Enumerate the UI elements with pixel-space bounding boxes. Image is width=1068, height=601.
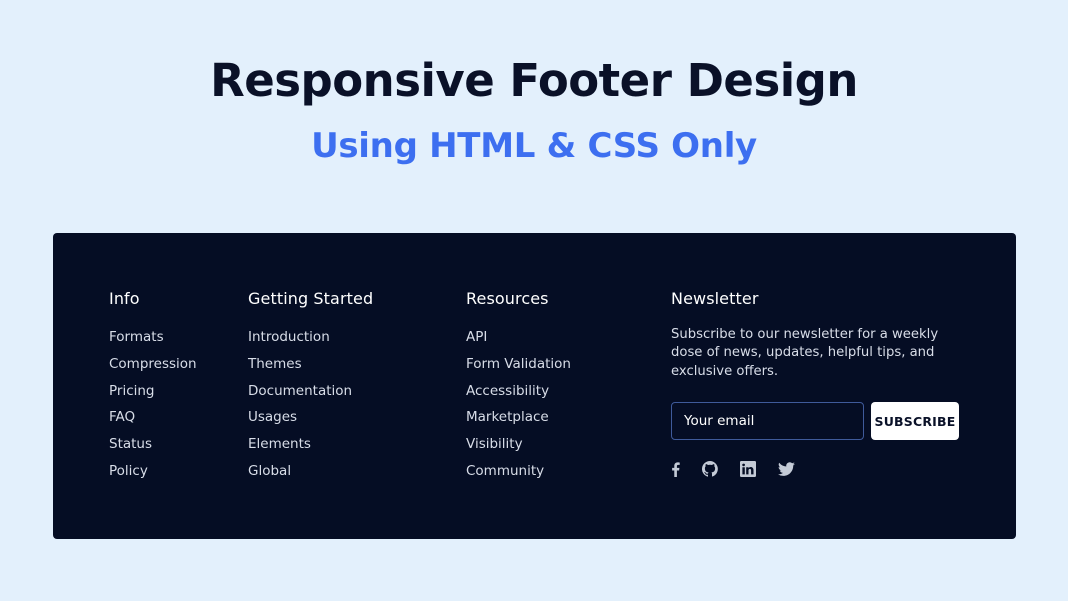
- github-link[interactable]: [702, 461, 718, 477]
- footer-link-global[interactable]: Global: [248, 463, 291, 479]
- link-list: API Form Validation Accessibility Market…: [466, 326, 571, 487]
- footer-link-compression[interactable]: Compression: [109, 356, 197, 372]
- link-list: Formats Compression Pricing FAQ Status P…: [109, 326, 197, 487]
- footer-link-api[interactable]: API: [466, 329, 487, 345]
- footer-link-community[interactable]: Community: [466, 463, 544, 479]
- footer-link-documentation[interactable]: Documentation: [248, 383, 352, 399]
- newsletter-heading: Newsletter: [671, 289, 759, 308]
- github-icon: [702, 461, 718, 477]
- footer-link-accessibility[interactable]: Accessibility: [466, 383, 549, 399]
- subscribe-button[interactable]: SUBSCRIBE: [871, 402, 959, 440]
- column-heading: Getting Started: [248, 289, 374, 308]
- linkedin-icon: [740, 461, 756, 477]
- footer-link-faq[interactable]: FAQ: [109, 409, 135, 425]
- newsletter-description: Subscribe to our newsletter for a weekly…: [671, 327, 939, 379]
- social-links: [671, 461, 813, 477]
- footer: Info Formats Compression Pricing FAQ Sta…: [53, 233, 1016, 539]
- footer-column-getting-started: Getting Started Introduction Themes Docu…: [248, 289, 373, 487]
- email-input[interactable]: [671, 402, 864, 440]
- subscribe-form: SUBSCRIBE: [671, 402, 959, 440]
- footer-link-policy[interactable]: Policy: [109, 463, 148, 479]
- page-title: Responsive Footer Design: [210, 54, 858, 107]
- footer-link-visibility[interactable]: Visibility: [466, 436, 523, 452]
- footer-link-formats[interactable]: Formats: [109, 329, 164, 345]
- footer-link-themes[interactable]: Themes: [248, 356, 302, 372]
- footer-link-form-validation[interactable]: Form Validation: [466, 356, 571, 372]
- column-heading: Info: [109, 289, 140, 308]
- page-subtitle: Using HTML & CSS Only: [311, 126, 757, 166]
- footer-link-pricing[interactable]: Pricing: [109, 383, 155, 399]
- footer-column-resources: Resources API Form Validation Accessibil…: [466, 289, 571, 487]
- facebook-icon: [672, 461, 680, 477]
- footer-link-introduction[interactable]: Introduction: [248, 329, 330, 345]
- column-heading: Resources: [466, 289, 549, 308]
- linkedin-link[interactable]: [740, 461, 756, 477]
- twitter-link[interactable]: [778, 462, 795, 476]
- newsletter-section: Newsletter Subscribe to our newsletter f…: [671, 289, 971, 477]
- link-list: Introduction Themes Documentation Usages…: [248, 326, 373, 487]
- footer-link-elements[interactable]: Elements: [248, 436, 311, 452]
- footer-column-info: Info Formats Compression Pricing FAQ Sta…: [109, 289, 197, 487]
- twitter-icon: [778, 462, 795, 476]
- footer-link-marketplace[interactable]: Marketplace: [466, 409, 549, 425]
- footer-link-usages[interactable]: Usages: [248, 409, 297, 425]
- footer-link-status[interactable]: Status: [109, 436, 152, 452]
- facebook-link[interactable]: [671, 461, 680, 477]
